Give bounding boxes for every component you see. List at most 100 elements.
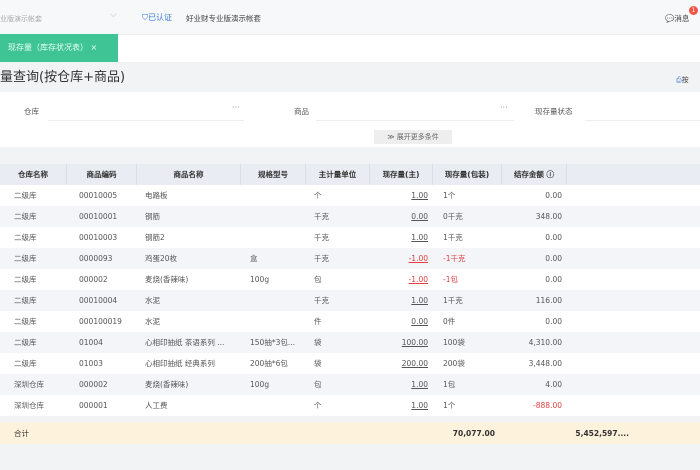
table-cell: 钢筋2 (145, 233, 165, 242)
tab-inventory-status[interactable]: 现存量（库存状况表） × (0, 34, 118, 62)
expand-more-label: 展开更多条件 (396, 133, 439, 141)
expand-more-button[interactable]: ≫ 展开更多条件 (374, 130, 452, 144)
filter-panel: 仓库 ··· 商品 ··· 现存量状态 ≫ 展开更多条件 (0, 92, 700, 147)
table-cell: 348.00 (535, 212, 562, 221)
table-cell: 200袋 (443, 359, 465, 368)
table-cell: 116.00 (535, 296, 562, 305)
table-cell[interactable]: 0.00 (370, 212, 433, 221)
warehouse-input[interactable] (48, 120, 244, 121)
table-cell: -1包 (443, 275, 458, 284)
table-cell: 01003 (79, 359, 103, 368)
table-row[interactable]: 二级库 00010005 电路板 个 1.00 1个 0.00 (0, 185, 700, 206)
table-cell: 二级库 (14, 296, 37, 305)
table-cell: 000001 (79, 401, 108, 410)
table-header: 仓库名称 商品编码 商品名称 规格型号 主计量单位 现存量(主) 现存量(包装) 结存金额 ⓘ (0, 164, 700, 185)
table-cell: 袋 (314, 338, 322, 347)
table-cell[interactable]: 1.00 (370, 401, 433, 410)
table-cell[interactable]: -1.00 (370, 275, 433, 284)
table-cell: 1个 (443, 191, 456, 200)
table-cell[interactable]: 200.00 (370, 359, 433, 368)
table-cell: 件 (314, 317, 322, 326)
table-cell: 0000093 (79, 254, 113, 263)
table-row[interactable]: 二级库 0000093 鸡蛋20枚 盒 千克 -1.00 -1千克 0.00 (0, 248, 700, 269)
table-row[interactable]: 二级库 00010001 钢筋 千克 0.00 0千克 348.00 (0, 206, 700, 227)
table-row[interactable]: 深圳仓库 000002 麦烧(香辣味) 100g 包 1.00 1包 4.00 (0, 374, 700, 395)
column-header[interactable]: 商品名称 (137, 164, 241, 185)
table-cell: 二级库 (14, 212, 37, 221)
table-cell: 1包 (443, 380, 456, 389)
table-cell[interactable]: 100.00 (370, 338, 433, 347)
table-cell: 包 (314, 380, 322, 389)
print-label: 按 (681, 76, 689, 84)
table-cell: 0.00 (545, 191, 562, 200)
close-icon[interactable]: × (91, 43, 98, 52)
column-header[interactable]: 现存量(主) (370, 164, 433, 185)
table-cell: 00010003 (79, 233, 118, 242)
page-title: 量查询(按仓库+商品) (0, 70, 126, 85)
table-cell: 钢筋 (145, 212, 160, 221)
table-cell: 3,448.00 (528, 359, 562, 368)
table-cell: 100g (250, 275, 270, 284)
product-label: 商品 (294, 107, 309, 116)
more-icon[interactable]: ··· (232, 103, 240, 112)
table-cell: 心相印抽纸 经典系列 (145, 359, 215, 368)
table-cell: 水泥 (145, 317, 160, 326)
account-selector[interactable]: 业版演示帐套 (0, 14, 42, 24)
table-cell: 个 (314, 191, 322, 200)
table-row[interactable]: 二级库 01004 心相印抽纸 茶语系列 ... 150抽*3包... 袋 100.00 1… (0, 332, 700, 353)
messages-button[interactable]: 💬消息 (665, 13, 689, 24)
table-cell: 盒 (250, 254, 258, 263)
top-bar: 业版演示帐套 ⌵ ⛉已认证 好业财专业版演示帐套 💬消息 1 (0, 0, 700, 35)
table-cell[interactable]: 1.00 (370, 380, 433, 389)
column-header[interactable]: 结存金额 ⓘ (502, 164, 567, 185)
column-header[interactable]: 规格型号 (241, 164, 306, 185)
table-cell: 4,310.00 (528, 338, 562, 347)
table-cell: 麦烧(香辣味) (145, 275, 189, 284)
chevron-down-icon[interactable]: ⌵ (110, 10, 117, 20)
print-button[interactable]: ⎙按 (676, 75, 689, 85)
table-row[interactable]: 二级库 000002 麦烧(香辣味) 100g 包 -1.00 -1包 0.00 (0, 269, 700, 290)
table-row[interactable]: 二级库 01003 心相印抽纸 经典系列 200抽*6包 袋 200.00 200袋 3,44… (0, 353, 700, 374)
total-row: 合计 70,077.00 5,452,597.... (0, 422, 700, 444)
table-cell[interactable]: -1.00 (370, 254, 433, 263)
warehouse-label: 仓库 (24, 107, 39, 116)
table-cell: 000002 (79, 380, 108, 389)
table-cell: 千克 (314, 296, 329, 305)
column-header[interactable]: 主计量单位 (306, 164, 370, 185)
table-cell: 00010005 (79, 191, 118, 200)
table-cell[interactable]: 0.00 (370, 317, 433, 326)
table-cell: 二级库 (14, 275, 37, 284)
table-cell: -1千克 (443, 254, 466, 263)
table-cell[interactable]: 1.00 (370, 296, 433, 305)
column-header[interactable]: 仓库名称 (0, 164, 67, 185)
column-header[interactable]: 商品编码 (67, 164, 137, 185)
certified-label: 已认证 (148, 13, 172, 22)
table-cell[interactable]: 1.00 (370, 191, 433, 200)
table-cell: 二级库 (14, 254, 37, 263)
status-select[interactable] (585, 120, 700, 121)
product-input[interactable] (316, 120, 514, 121)
table-row[interactable]: 二级库 00010003 钢筋2 千克 1.00 1千克 0.00 (0, 227, 700, 248)
table-cell: 00010004 (79, 296, 118, 305)
table-cell: 包 (314, 275, 322, 284)
table-cell: 1千克 (443, 233, 463, 242)
column-header[interactable]: 现存量(包装) (433, 164, 502, 185)
table-cell: 100袋 (443, 338, 465, 347)
table-cell: 01004 (79, 338, 103, 347)
table-cell: 0.00 (545, 317, 562, 326)
table-row[interactable]: 二级库 00010004 水泥 千克 1.00 1千克 116.00 (0, 290, 700, 311)
table-cell: 0件 (443, 317, 456, 326)
table-cell: 二级库 (14, 317, 37, 326)
table-cell: 200抽*6包 (250, 359, 288, 368)
table-cell: 深圳仓库 (14, 401, 44, 410)
table-cell: 袋 (314, 359, 322, 368)
more-icon[interactable]: ··· (500, 103, 508, 112)
messages-label: 消息 (674, 14, 690, 23)
table-cell[interactable]: 1.00 (370, 233, 433, 242)
table-cell: 千克 (314, 254, 329, 263)
table-cell: 二级库 (14, 359, 37, 368)
table-row[interactable]: 二级库 000100019 水泥 件 0.00 0件 0.00 (0, 311, 700, 332)
table-cell: 100g (250, 380, 270, 389)
table-row[interactable]: 深圳仓库 000001 人工费 个 1.00 1个 -888.00 (0, 395, 700, 416)
total-qty: 70,077.00 (452, 428, 495, 438)
